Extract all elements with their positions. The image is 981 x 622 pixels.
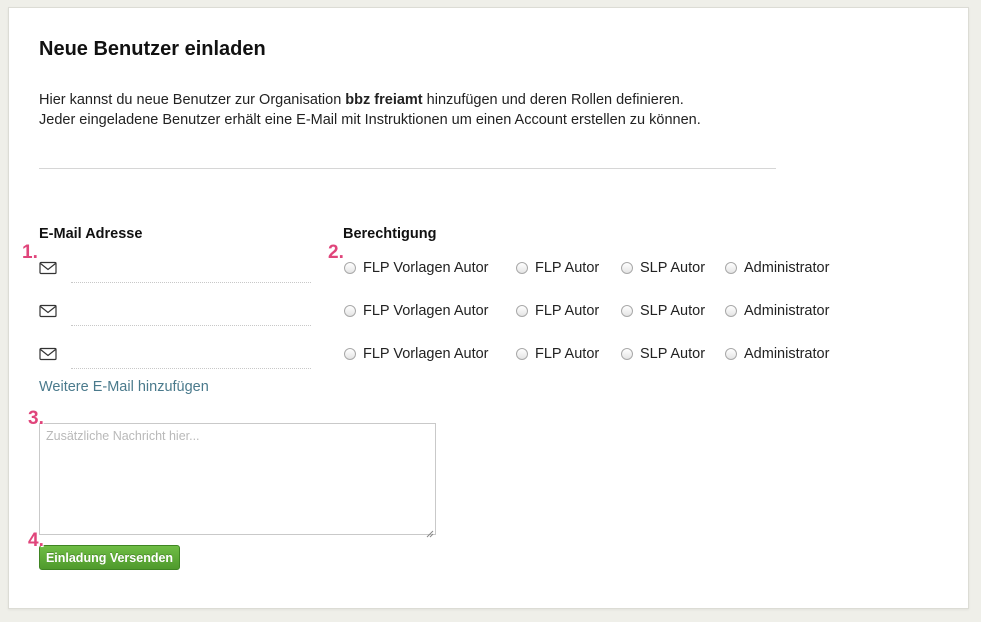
divider — [39, 168, 776, 169]
role-option-flp-vorlagen-autor[interactable]: FLP Vorlagen Autor — [344, 301, 489, 321]
step-marker-3: 3. — [28, 408, 44, 429]
role-label: Administrator — [744, 303, 830, 319]
radio-button[interactable] — [516, 262, 528, 274]
intro-text: Hier kannst du neue Benutzer zur Organis… — [39, 90, 799, 130]
role-label: FLP Vorlagen Autor — [363, 260, 489, 276]
radio-button[interactable] — [516, 348, 528, 360]
role-option-flp-autor[interactable]: FLP Autor — [516, 344, 599, 364]
role-label: SLP Autor — [640, 260, 706, 276]
page-title: Neue Benutzer einladen — [39, 38, 266, 60]
step-marker-1: 1. — [22, 242, 38, 263]
radio-button[interactable] — [344, 305, 356, 317]
role-option-administrator[interactable]: Administrator — [725, 301, 829, 321]
radio-button[interactable] — [725, 305, 737, 317]
role-option-flp-autor[interactable]: FLP Autor — [516, 301, 599, 321]
role-column-header: Berechtigung — [343, 226, 437, 242]
intro-line-1-start: Hier kannst du neue Benutzer zur Organis… — [39, 92, 346, 108]
role-option-administrator[interactable]: Administrator — [725, 344, 829, 364]
radio-button[interactable] — [516, 305, 528, 317]
envelope-icon — [39, 261, 57, 275]
organisation-name: bbz freiamt — [345, 92, 423, 108]
role-label: SLP Autor — [640, 303, 706, 319]
role-label: FLP Autor — [535, 303, 600, 319]
role-label: Administrator — [744, 260, 830, 276]
role-option-flp-vorlagen-autor[interactable]: FLP Vorlagen Autor — [344, 258, 489, 278]
role-option-administrator[interactable]: Administrator — [725, 258, 829, 278]
email-input-2[interactable] — [71, 299, 311, 326]
email-row-2 — [39, 299, 314, 329]
role-option-slp-autor[interactable]: SLP Autor — [621, 301, 705, 321]
role-option-slp-autor[interactable]: SLP Autor — [621, 258, 705, 278]
envelope-icon — [39, 304, 57, 318]
role-label: Administrator — [744, 346, 830, 362]
intro-line-1-end: hinzufügen und deren Rollen definieren. — [422, 92, 684, 108]
intro-line-2: Jeder eingeladene Benutzer erhält eine E… — [39, 112, 701, 128]
radio-button[interactable] — [344, 348, 356, 360]
role-label: SLP Autor — [640, 346, 706, 362]
intro-line-1: Hier kannst du neue Benutzer zur Organis… — [39, 90, 799, 110]
add-email-link[interactable]: Weitere E-Mail hinzufügen — [39, 379, 209, 395]
email-column-header: E-Mail Adresse — [39, 226, 143, 242]
role-option-flp-vorlagen-autor[interactable]: FLP Vorlagen Autor — [344, 344, 489, 364]
radio-button[interactable] — [725, 262, 737, 274]
send-invitation-button[interactable]: Einladung Versenden — [39, 545, 180, 570]
role-label: FLP Vorlagen Autor — [363, 303, 489, 319]
role-label: FLP Autor — [535, 346, 600, 362]
radio-button[interactable] — [621, 305, 633, 317]
step-marker-2: 2. — [328, 242, 344, 263]
role-label: FLP Autor — [535, 260, 600, 276]
radio-button[interactable] — [344, 262, 356, 274]
radio-button[interactable] — [621, 348, 633, 360]
role-option-slp-autor[interactable]: SLP Autor — [621, 344, 705, 364]
envelope-icon — [39, 347, 57, 361]
radio-button[interactable] — [621, 262, 633, 274]
email-row-3 — [39, 342, 314, 372]
step-marker-4: 4. — [28, 530, 44, 551]
email-row-1 — [39, 256, 314, 286]
radio-button[interactable] — [725, 348, 737, 360]
email-input-1[interactable] — [71, 256, 311, 283]
email-input-3[interactable] — [71, 342, 311, 369]
invite-card: Neue Benutzer einladen Hier kannst du ne… — [8, 7, 969, 609]
resize-grip-icon[interactable] — [426, 525, 434, 538]
role-label: FLP Vorlagen Autor — [363, 346, 489, 362]
message-textarea[interactable] — [39, 423, 436, 535]
role-option-flp-autor[interactable]: FLP Autor — [516, 258, 599, 278]
